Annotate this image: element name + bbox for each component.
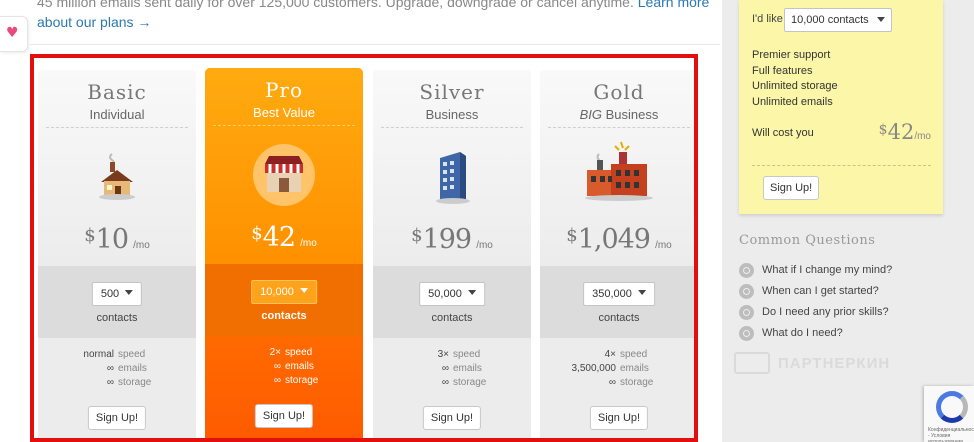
recaptcha-badge[interactable]: Конфиденциальность - Условия использован… [924,386,974,442]
plan-basic: Basic Individual $10 /mo 500 contacts no… [38,70,196,438]
storefront-icon [253,144,315,206]
feature-list: Premier support Full features Unlimited … [752,48,838,110]
questions-list: What if I change my mind? When can I get… [739,262,892,346]
sign-up-button[interactable]: Sign Up! [589,406,649,430]
intro-text: 45 million emails sent daily for over 12… [37,0,717,32]
sign-up-button[interactable]: Sign Up! [254,404,314,428]
contacts-select[interactable]: 50,000 [419,282,485,306]
chevron-down-icon [299,288,308,293]
question-link[interactable]: What do I need? [739,325,892,346]
question-link[interactable]: When can I get started? [739,283,892,304]
plan-name: Gold [593,80,645,104]
contacts-select[interactable]: 350,000 [583,282,655,306]
question-link[interactable]: Do I need any prior skills? [739,304,892,325]
magnifier-icon [739,326,754,341]
magnifier-icon [739,305,754,320]
plan-price: $10 /mo [84,224,150,255]
magnifier-icon [739,284,754,299]
sidebar: I'd like 10,000 contacts Premier support… [722,0,974,442]
sign-up-button[interactable]: Sign Up! [763,176,820,200]
plan-subtitle: BIG Business [579,107,659,122]
chevron-down-icon [637,290,646,295]
divider [752,165,931,166]
question-link[interactable]: What if I change my mind? [739,262,892,283]
watermark-logo-icon [734,352,770,374]
cost-label: Will cost you [752,127,814,139]
divider [46,127,188,128]
plan-name: Basic [87,80,147,104]
feature-item: Unlimited emails [752,95,833,108]
contacts-label: contacts [431,312,473,324]
contacts-label: contacts [96,312,138,324]
plan-subtitle: Business [425,107,479,122]
questions-heading: Common Questions [739,233,876,248]
divider [381,127,523,128]
divider [30,44,720,45]
heart-icon: ♥ [6,25,19,41]
contacts-select[interactable]: 10,000 [251,280,317,304]
plan-silver: Silver Business $199 /mo 50,000 contacts [373,70,531,438]
plan-calculator: I'd like 10,000 contacts Premier support… [739,0,943,214]
cost-price: $42/mo [878,120,931,144]
plan-price: $1,049 /mo [566,224,672,255]
contacts-label: contacts [598,312,640,324]
favorite-tab[interactable]: ♥ [0,16,28,52]
feature-item: Full features [752,64,813,77]
plan-name: Pro [264,78,304,102]
recaptcha-icon [936,391,968,423]
contacts-select[interactable]: 500 [91,282,143,306]
sign-up-button[interactable]: Sign Up! [87,406,147,430]
feature-item: Premier support [752,49,831,61]
plan-price: $199 /mo [411,224,493,255]
magnifier-icon [739,263,754,278]
divider [548,127,690,128]
contacts-select[interactable]: 10,000 contacts [784,8,892,32]
sign-up-button[interactable]: Sign Up! [422,406,482,430]
office-building-icon [436,152,470,204]
chevron-down-icon [467,290,476,295]
plan-pro: Pro Best Value $42 /mo 10,000 contacts 2… [205,68,363,438]
watermark: ПАРТНЕРКИН [734,350,934,380]
plan-subtitle: Individual [89,107,145,122]
pricing-table-highlight: Basic Individual $10 /mo 500 contacts no… [30,54,698,442]
feature-item: Unlimited storage [752,80,838,92]
cottage-icon [99,153,135,200]
factory-icon [585,141,653,201]
divider [213,125,355,126]
chevron-down-icon [877,17,885,22]
plan-gold: Gold BIG Business $1,049 /mo 350,000 con… [540,70,694,438]
plan-name: Silver [419,80,485,104]
contacts-label: contacts [261,310,307,322]
plan-subtitle: Best Value [253,105,315,120]
plan-price: $42 /mo [251,222,317,253]
chevron-down-icon [125,290,134,295]
like-label: I'd like [752,13,783,25]
